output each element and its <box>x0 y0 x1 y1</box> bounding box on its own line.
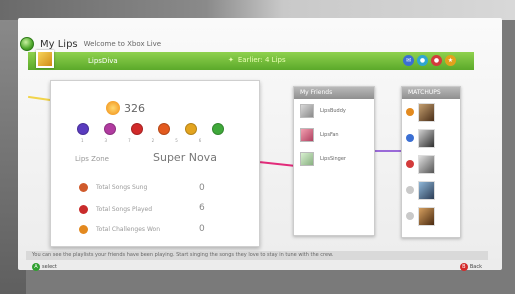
microphone-icon <box>79 183 88 192</box>
matchup-item[interactable] <box>402 151 460 177</box>
mail-icon[interactable]: ✉ <box>403 55 414 66</box>
challenge-icon <box>406 160 414 168</box>
matchup-item[interactable] <box>402 177 460 203</box>
friends-heading: My Friends <box>294 87 374 99</box>
help-text: You can see the playlists your friends h… <box>26 251 488 260</box>
matchup-picture <box>418 102 435 122</box>
matchups-panel: MATCHUPS <box>401 86 461 238</box>
gamer-profile-card: 326 1 3 7 2 5 6 Lips Zone Super Nova Tot… <box>50 80 260 247</box>
gamerpic[interactable] <box>36 50 54 68</box>
xbox-orb-icon <box>20 37 34 51</box>
reputation-badges <box>77 123 224 135</box>
challenge-icon <box>406 134 414 142</box>
stat-row: Total Songs Played <box>79 205 152 214</box>
friend-thumbnail <box>300 152 314 166</box>
reputation-counts: 1 3 7 2 5 6 <box>81 138 202 143</box>
stat-row: Total Challenges Won <box>79 225 160 234</box>
bar-center-status: ✦ Earlier: 4 Lips <box>228 56 286 64</box>
badge-icon <box>131 123 143 135</box>
matchup-picture <box>418 154 435 174</box>
matchup-item[interactable] <box>402 125 460 151</box>
page-subtitle: Welcome to Xbox Live <box>83 40 162 48</box>
zone-label: Lips Zone <box>75 155 109 163</box>
friends-icon: ✦ <box>228 56 234 64</box>
zone-value: Super Nova <box>153 151 217 164</box>
matchup-picture <box>418 128 435 148</box>
challenge-icon <box>406 108 414 116</box>
page-edge-top <box>0 0 515 20</box>
friends-panel: My Friends LipsBuddy LipsFan LipsSinger <box>293 86 375 236</box>
friend-item[interactable]: LipsSinger <box>294 147 374 171</box>
badge-icon <box>77 123 89 135</box>
page-title: My Lips <box>40 38 78 50</box>
stat-value: 0 <box>199 183 205 193</box>
badge-icon <box>212 123 224 135</box>
chat-icon[interactable]: ● <box>417 55 428 66</box>
matchup-picture <box>418 180 435 200</box>
stat-value: 0 <box>199 224 205 234</box>
back-hint[interactable]: B Back <box>459 263 482 271</box>
gamerscore-icon <box>106 101 120 115</box>
a-button-icon: A <box>32 263 40 271</box>
stat-value: 6 <box>199 203 205 213</box>
matchups-heading: MATCHUPS <box>402 87 460 99</box>
friend-item[interactable]: LipsBuddy <box>294 99 374 123</box>
gamer-bar[interactable]: LipsDiva ✦ Earlier: 4 Lips ✉ ● ● ★ <box>28 50 474 70</box>
friend-thumbnail <box>300 128 314 142</box>
challenge-icon <box>406 212 414 220</box>
matchup-item[interactable] <box>402 203 460 229</box>
record-icon[interactable]: ● <box>431 55 442 66</box>
friend-item[interactable]: LipsFan <box>294 123 374 147</box>
trophy-icon <box>79 225 88 234</box>
bar-gamertag: LipsDiva <box>88 57 118 65</box>
friend-thumbnail <box>300 104 314 118</box>
star-icon[interactable]: ★ <box>445 55 456 66</box>
gamerscore: 326 <box>106 101 145 115</box>
bar-icon-group: ✉ ● ● ★ <box>403 55 456 66</box>
stat-row: Total Songs Sung <box>79 183 147 192</box>
matchup-item[interactable] <box>402 99 460 125</box>
b-button-icon: B <box>459 263 468 271</box>
badge-icon <box>104 123 116 135</box>
badge-icon <box>185 123 197 135</box>
select-hint[interactable]: A select <box>32 263 57 271</box>
music-note-icon <box>79 205 88 214</box>
matchup-picture <box>418 206 435 226</box>
controller-footer: A select B Back <box>26 262 488 272</box>
challenge-icon <box>406 186 414 194</box>
badge-icon <box>158 123 170 135</box>
